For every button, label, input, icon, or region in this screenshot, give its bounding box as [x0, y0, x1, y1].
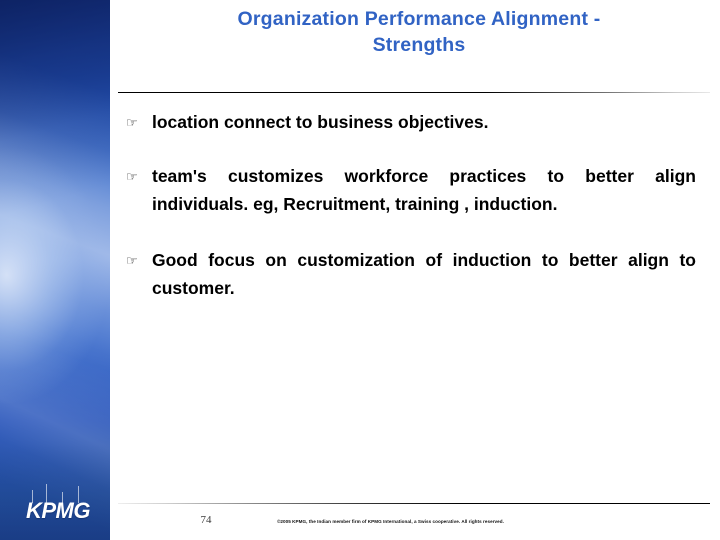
pointing-hand-bullet-icon: ☞ [126, 253, 138, 268]
kpmg-logo: KPMG [26, 484, 104, 526]
sidebar-decorative-band: KPMG [0, 0, 110, 540]
divider-top [118, 92, 710, 93]
kpmg-wordmark: KPMG [26, 498, 91, 523]
page-title: Organization Performance Alignment - Str… [130, 6, 708, 58]
page-number: 74 [200, 514, 212, 526]
divider-bottom [118, 503, 710, 504]
pointing-hand-bullet-icon: ☞ [126, 115, 138, 130]
bullet-text: team's customizes workforce practices to… [152, 166, 696, 214]
bullet-text: location connect to business objectives. [152, 112, 489, 132]
slide-canvas: KPMG Organization Performance Alignment … [0, 0, 720, 540]
bullet-item: ☞ Good focus on customization of inducti… [126, 246, 696, 302]
copyright-notice: ©2005 KPMG, the Indian member firm of KP… [277, 519, 504, 524]
sidebar-gradient-bottom-shade [0, 0, 110, 540]
bullet-text: Good focus on customization of induction… [152, 250, 696, 298]
content-body: ☞ location connect to business objective… [126, 108, 696, 302]
page-title-line-2: Strengths [372, 34, 466, 56]
pointing-hand-bullet-icon: ☞ [126, 169, 138, 184]
page-title-line-1: Organization Performance Alignment - [237, 8, 601, 30]
bullet-item: ☞ team's customizes workforce practices … [126, 162, 696, 218]
bullet-item: ☞ location connect to business objective… [126, 108, 696, 136]
